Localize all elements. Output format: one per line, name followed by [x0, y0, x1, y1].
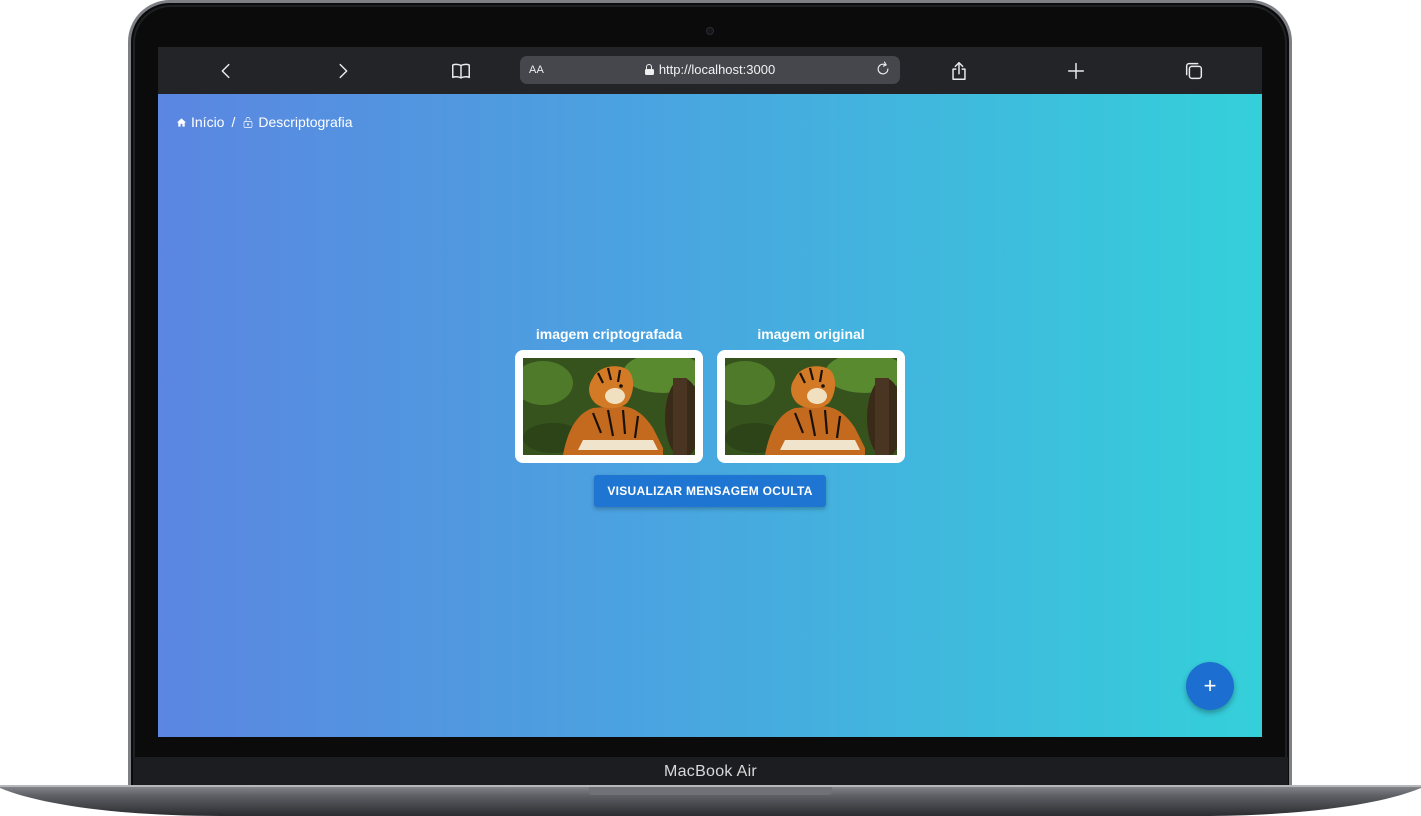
url-text: http://localhost:3000: [658, 62, 776, 77]
tabs-icon[interactable]: [1181, 58, 1207, 84]
encrypted-image-group: imagem criptografada: [515, 326, 703, 463]
laptop-chin: MacBook Air: [133, 757, 1288, 785]
breadcrumb-separator: /: [231, 114, 236, 130]
lock-icon: [644, 64, 654, 75]
chevron-right-icon[interactable]: [330, 58, 356, 84]
device-model-label: MacBook Air: [663, 763, 758, 780]
chevron-left-icon[interactable]: [213, 58, 239, 84]
laptop-screen: AA http://localhost:3000 Início / Descri…: [158, 47, 1262, 737]
plus-icon[interactable]: [1063, 58, 1089, 84]
original-image-card: [717, 350, 905, 463]
address-bar[interactable]: AA http://localhost:3000: [520, 56, 900, 84]
breadcrumb-home-label: Início: [191, 114, 225, 130]
book-icon[interactable]: [448, 58, 474, 84]
original-image-group: imagem original: [717, 326, 905, 463]
page-content: Início / Descriptografia imagem criptogr…: [158, 94, 1262, 737]
reload-icon[interactable]: [874, 60, 894, 80]
breadcrumb-home-link[interactable]: Início: [176, 114, 224, 130]
reveal-hidden-message-button[interactable]: VISUALIZAR MENSAGEM OCULTA: [594, 475, 826, 507]
breadcrumb-current-label: Descriptografia: [258, 114, 353, 130]
original-image-caption: imagem original: [757, 326, 865, 342]
breadcrumb: Início / Descriptografia: [176, 114, 353, 130]
laptop-base: [0, 785, 1421, 816]
encrypted-image-card: [515, 350, 703, 463]
add-fab-button[interactable]: +: [1186, 662, 1234, 710]
encrypted-image-caption: imagem criptografada: [535, 326, 683, 342]
laptop-mockup: AA http://localhost:3000 Início / Descri…: [0, 0, 1421, 816]
camera-icon: [706, 27, 714, 35]
lock-open-icon: [242, 116, 254, 129]
breadcrumb-current: Descriptografia: [242, 114, 353, 130]
home-icon: [176, 117, 187, 128]
browser-toolbar: AA http://localhost:3000: [158, 47, 1262, 94]
original-tiger-image: [725, 358, 897, 455]
share-icon[interactable]: [946, 58, 972, 84]
encrypted-tiger-image: [523, 358, 695, 455]
